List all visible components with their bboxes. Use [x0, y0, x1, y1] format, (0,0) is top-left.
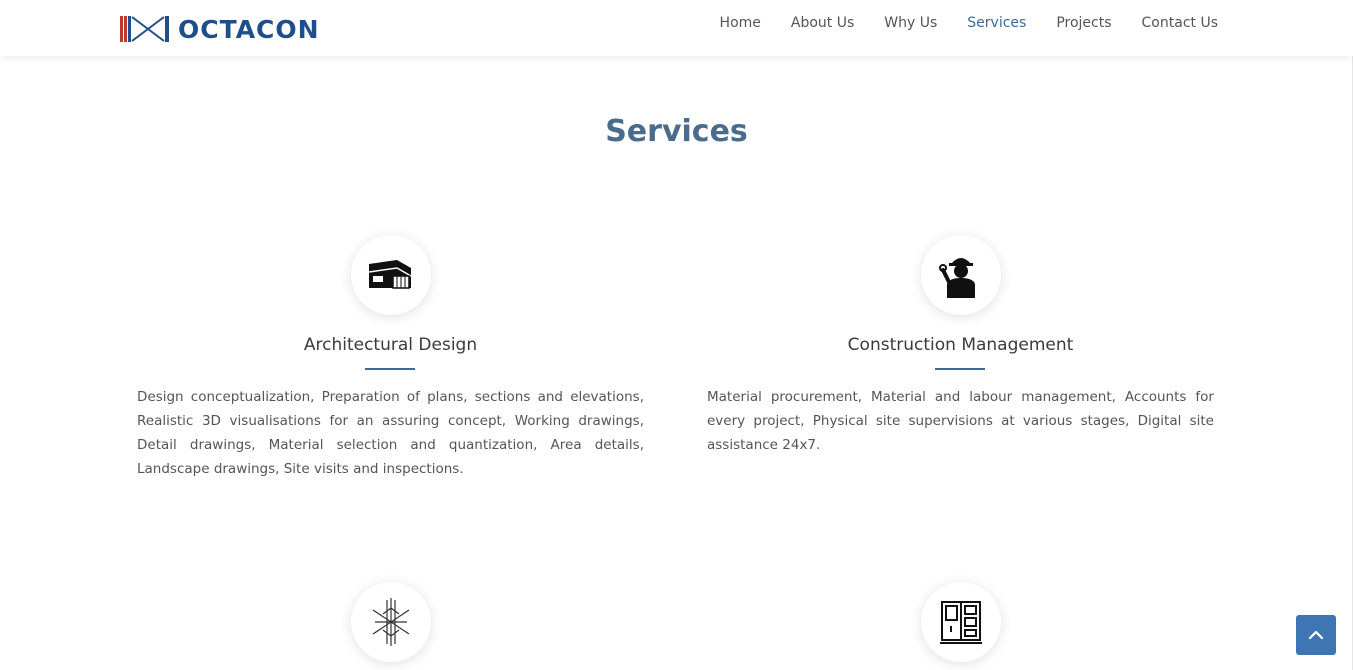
- service-title: Architectural Design: [303, 335, 478, 355]
- nav-home[interactable]: Home: [720, 14, 761, 32]
- service-icon-circle: [351, 235, 431, 315]
- chevron-up-icon: [1308, 630, 1324, 640]
- title-underline: [365, 368, 415, 370]
- building-icon: [368, 260, 412, 289]
- title-underline: [935, 368, 985, 370]
- service-description: Material procurement, Material and labou…: [707, 389, 1214, 453]
- service-title: Construction Management: [847, 335, 1074, 355]
- brand-logo[interactable]: OCTACON: [120, 13, 320, 45]
- nav-projects[interactable]: Projects: [1056, 14, 1111, 32]
- main-nav: Home About Us Why Us Services Projects C…: [690, 14, 1218, 32]
- back-to-top-button[interactable]: [1296, 615, 1336, 655]
- construction-worker-icon: [939, 258, 975, 298]
- interior-cabinet-icon: [940, 601, 982, 644]
- nav-why-us[interactable]: Why Us: [884, 14, 937, 32]
- page: OCTACON Home About Us Why Us Services Pr…: [0, 0, 1353, 670]
- section-title: Services: [605, 114, 748, 149]
- nav-about-us[interactable]: About Us: [791, 14, 854, 32]
- site-header: OCTACON Home About Us Why Us Services Pr…: [0, 0, 1353, 56]
- nav-services[interactable]: Services: [967, 14, 1026, 32]
- service-description: Design conceptualization, Preparation of…: [137, 389, 644, 477]
- nav-contact-us[interactable]: Contact Us: [1142, 14, 1218, 32]
- brand-name: OCTACON: [178, 14, 320, 44]
- structure-icon: [372, 598, 410, 646]
- service-icon-circle: [921, 235, 1001, 315]
- service-icon-circle: [921, 582, 1001, 662]
- service-icon-circle: [351, 582, 431, 662]
- logo-mark-icon: [120, 16, 169, 42]
